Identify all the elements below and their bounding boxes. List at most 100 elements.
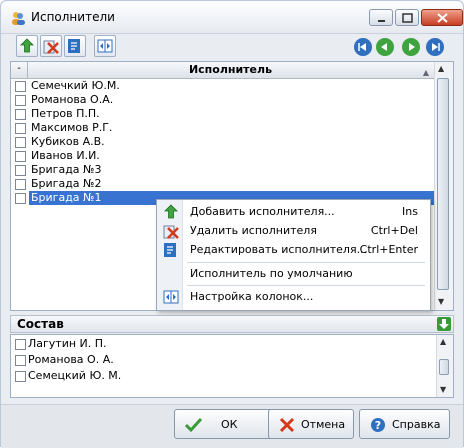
list-item[interactable]: Семецкий Ю. М. (11, 369, 437, 383)
table-row[interactable]: Бригада №3 (11, 163, 435, 177)
previous-icon (381, 43, 387, 51)
item-checkbox[interactable] (15, 371, 26, 382)
dialog-window: Исполнители - Исполнитель ▲ Семечкий Ю.М… (0, 0, 464, 448)
maximize-icon (402, 13, 413, 23)
item-text: Романова О. А. (28, 353, 114, 366)
item-text: Семецкий Ю. М. (28, 369, 122, 382)
next-record-button[interactable] (402, 38, 420, 56)
first-icon (358, 43, 366, 51)
maximize-button[interactable] (395, 9, 419, 26)
scroll-up-icon[interactable]: ▲ (438, 64, 444, 73)
row-text: Кубиков А.В. (31, 135, 105, 148)
edit-button[interactable] (64, 35, 86, 57)
grid-vertical-scrollbar[interactable]: ▲ ▼ (434, 62, 453, 310)
menu-item-label: Добавить исполнителя... (190, 205, 335, 218)
table-row[interactable]: Кубиков А.В. (11, 135, 435, 149)
table-row[interactable]: Максимов Р.Г. (11, 121, 435, 135)
scroll-thumb[interactable] (439, 359, 449, 375)
scroll-up-icon[interactable]: ▲ (440, 337, 446, 346)
add-arrow-icon (163, 204, 179, 220)
scroll-down-icon[interactable]: ▼ (438, 297, 444, 306)
row-checkbox[interactable] (15, 165, 26, 176)
help-label: Справка (392, 418, 441, 431)
column-header-executor[interactable]: Исполнитель ▲ (28, 62, 433, 78)
row-checkbox[interactable] (15, 123, 26, 134)
menu-item-shortcut: Ctrl+Del (370, 224, 418, 237)
row-text: Бригада №3 (31, 163, 102, 176)
menu-item-label: Удалить исполнителя (190, 224, 317, 237)
checkmark-icon (185, 417, 203, 433)
table-row[interactable]: Семечкий Ю.М. (11, 79, 435, 93)
composition-vertical-scrollbar[interactable]: ▲ ▼ (436, 335, 453, 397)
grid-header: - Исполнитель ▲ (11, 62, 435, 79)
item-text: Лагутин И. П. (28, 337, 107, 350)
table-row[interactable]: Иванов И.И. (11, 149, 435, 163)
menu-item-edit-executor[interactable]: Редактировать исполнителя... Ctrl+Enter (157, 239, 430, 261)
add-arrow-icon (20, 38, 34, 53)
composition-title: Состав (17, 317, 64, 331)
row-checkbox[interactable] (15, 151, 26, 162)
row-checkbox[interactable] (15, 179, 26, 190)
context-menu: Добавить исполнителя... Ins Удалить испо… (156, 199, 431, 311)
toolbar (10, 35, 454, 60)
ok-label: ОК (221, 418, 238, 431)
table-row[interactable]: Бригада №2 (11, 177, 435, 191)
scroll-thumb[interactable] (437, 78, 449, 290)
menu-item-shortcut: Ctrl+Enter (359, 243, 418, 256)
help-icon: ? (371, 418, 385, 432)
ok-button[interactable]: ОК (174, 409, 275, 439)
scroll-down-icon[interactable]: ▼ (440, 385, 446, 394)
column-header-label: Исполнитель (188, 63, 273, 76)
minimize-button[interactable] (369, 9, 393, 26)
close-button[interactable] (421, 9, 463, 26)
row-checkbox[interactable] (15, 81, 26, 92)
row-text: Петров П.П. (31, 107, 100, 120)
cancel-button[interactable]: Отмена (268, 409, 354, 439)
cancel-x-icon (279, 417, 295, 433)
row-checkbox[interactable] (15, 193, 26, 204)
row-checkbox[interactable] (15, 109, 26, 120)
footer-bar: ОК Отмена ? Справка (1, 404, 463, 448)
next-icon (409, 43, 415, 51)
row-checkbox[interactable] (15, 95, 26, 106)
last-icon (432, 43, 440, 51)
menu-item-label: Исполнитель по умолчанию (190, 267, 353, 280)
first-record-button[interactable] (354, 38, 372, 56)
previous-record-button[interactable] (376, 38, 394, 56)
menu-item-shortcut: Ins (402, 205, 418, 218)
select-all-header[interactable]: - (11, 62, 28, 78)
item-checkbox[interactable] (15, 355, 26, 366)
delete-button[interactable] (40, 35, 62, 57)
cancel-label: Отмена (301, 418, 346, 431)
columns-icon (97, 39, 113, 53)
table-row[interactable]: Романова О.А. (11, 93, 435, 107)
edit-icon (68, 39, 80, 53)
menu-item-label: Редактировать исполнителя... (190, 243, 368, 256)
last-record-button[interactable] (426, 38, 444, 56)
add-button[interactable] (16, 35, 38, 57)
list-item[interactable]: Лагутин И. П. (11, 337, 437, 351)
title-bar[interactable]: Исполнители (1, 1, 463, 34)
composition-header: Состав (10, 315, 454, 333)
row-checkbox[interactable] (15, 137, 26, 148)
table-row[interactable]: Петров П.П. (11, 107, 435, 121)
delete-icon (43, 40, 59, 54)
row-text: Романова О.А. (31, 93, 114, 106)
composition-down-button[interactable] (437, 317, 451, 331)
columns-icon (163, 289, 179, 305)
close-icon (437, 13, 448, 23)
menu-item-column-settings[interactable]: Настройка колонок... (157, 286, 430, 308)
columns-button[interactable] (94, 35, 116, 57)
row-text: Семечкий Ю.М. (31, 79, 120, 92)
item-checkbox[interactable] (15, 339, 26, 350)
list-item[interactable]: Романова О. А. (11, 353, 437, 367)
window-title: Исполнители (31, 10, 115, 24)
menu-item-label: Настройка колонок... (190, 290, 314, 303)
delete-icon (163, 223, 179, 239)
menu-item-default-executor[interactable]: Исполнитель по умолчанию (157, 263, 430, 285)
edit-icon (163, 242, 179, 258)
composition-list[interactable]: Лагутин И. П. Романова О. А. Семецкий Ю.… (10, 334, 454, 398)
minimize-icon (378, 20, 385, 22)
row-text: Максимов Р.Г. (31, 121, 113, 134)
help-button[interactable]: ? Справка (359, 409, 450, 439)
